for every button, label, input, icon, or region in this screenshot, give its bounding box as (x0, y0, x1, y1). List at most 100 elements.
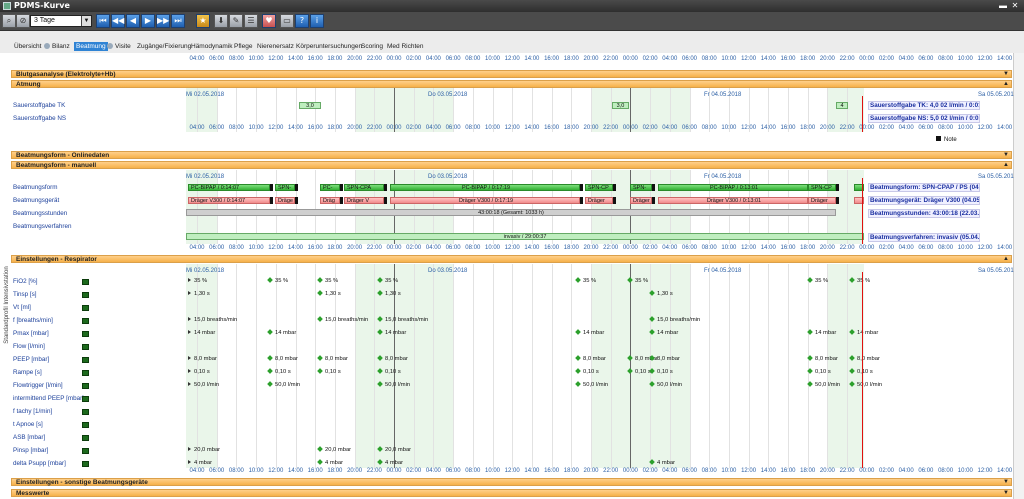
respirator-row-label[interactable]: Pmax [mbar] (13, 330, 49, 337)
respirator-value[interactable]: 50,0 l/min (377, 381, 410, 388)
respirator-value[interactable]: 0,10 s (575, 368, 599, 375)
tab-zugaenge[interactable]: Zugänge/Fixierung (137, 42, 191, 51)
respirator-value[interactable]: 35 % (575, 277, 596, 284)
tab-haemodynamik[interactable]: Hämodynamik (191, 42, 233, 51)
respirator-value[interactable]: 15,0 breaths/min (317, 316, 368, 323)
respirator-value[interactable]: 1,30 s (317, 290, 341, 297)
minimize-icon[interactable]: ▬ (998, 1, 1008, 10)
beatmungsgeraet-bar[interactable]: Dräg (320, 197, 340, 204)
rewind-icon[interactable]: ◀◀ (111, 14, 125, 28)
respirator-value[interactable]: 20,0 mbar (188, 447, 220, 453)
profile-sidebar[interactable]: Standardprofil Intensivstation (2, 232, 10, 382)
respirator-value[interactable]: 14 mbar (575, 329, 604, 336)
o2-bar[interactable]: 3,0 (612, 102, 629, 109)
row-label-sauerstoff-tk[interactable]: Sauerstoffgabe TK (13, 102, 65, 109)
beatmungsform-bar[interactable]: SPN-CPA (344, 184, 384, 191)
graph-icon[interactable] (82, 422, 89, 428)
edit-icon[interactable]: ✎ (229, 14, 243, 28)
stunden-bar[interactable]: 43:00:18 (Gesamt: 1033 h) (186, 209, 836, 216)
tab-scoring[interactable]: Scoring (361, 42, 383, 51)
respirator-value[interactable]: 50,0 l/min (267, 381, 300, 388)
respirator-value[interactable]: 0,10 s (188, 369, 210, 375)
beatmungsgeraet-bar[interactable]: Dräger V300 / 0:17:19 (390, 197, 580, 204)
respirator-value[interactable]: 0,10 s (317, 368, 341, 375)
monitor-icon[interactable]: ▭ (280, 14, 294, 28)
respirator-value[interactable]: 35 % (317, 277, 338, 284)
respirator-row-label[interactable]: delta Psupp [mbar] (13, 460, 66, 467)
verfahren-bar[interactable]: invasiv / 29:00:37 (186, 233, 864, 240)
respirator-value[interactable]: 8,0 mbar (575, 355, 606, 362)
respirator-value[interactable]: 1,30 s (649, 290, 673, 297)
beatmungsform-bar[interactable]: SPN-CP (585, 184, 613, 191)
graph-icon[interactable] (82, 448, 89, 454)
tab-pflege[interactable]: Pflege (234, 42, 252, 51)
o2-bar[interactable]: 3,0 (299, 102, 321, 109)
graph-icon[interactable] (82, 357, 89, 363)
respirator-value[interactable]: 8,0 mbar (267, 355, 298, 362)
respirator-value[interactable]: 14 mbar (649, 329, 678, 336)
graph-icon[interactable] (82, 318, 89, 324)
beatmungsgeraet-bar[interactable]: Dräger V (344, 197, 384, 204)
respirator-value[interactable]: 14 mbar (188, 330, 215, 336)
respirator-value[interactable]: 8,0 mbar (849, 355, 880, 362)
respirator-row-label[interactable]: FiO2 [%] (13, 278, 38, 285)
respirator-value[interactable]: 50,0 l/min (575, 381, 608, 388)
respirator-value[interactable]: 8,0 mbar (807, 355, 838, 362)
section-manuell[interactable]: Beatmungsform - manuell ▲ (11, 161, 1012, 169)
beatmungsform-bar[interactable]: PC-BIPAP / 0:14:07 (188, 184, 270, 191)
respirator-value[interactable]: 8,0 mbar (649, 355, 680, 362)
forward-icon[interactable]: ▶▶ (156, 14, 170, 28)
respirator-row-label[interactable]: Pinsp [mbar] (13, 447, 48, 454)
section-sonstige[interactable]: Einstellungen - sonstige Beatmungsgeräte… (11, 478, 1012, 486)
respirator-value[interactable]: 4 mbar (649, 459, 675, 466)
star-icon[interactable]: ★ (196, 14, 210, 28)
vertical-scrollbar[interactable] (1013, 53, 1024, 499)
row-label-beatmungsverfahren[interactable]: Beatmungsverfahren (13, 223, 71, 230)
o2-bar[interactable]: 4 (836, 102, 848, 109)
graph-icon[interactable] (82, 461, 89, 467)
range-select[interactable]: 3 Tage ▼ (30, 15, 92, 27)
respirator-value[interactable]: 35 % (188, 278, 207, 284)
section-atmung[interactable]: Atmung ▲ (11, 80, 1012, 88)
respirator-value[interactable]: 35 % (377, 277, 398, 284)
respirator-value[interactable]: 8,0 mbar (188, 356, 217, 362)
section-respirator[interactable]: Einstellungen - Respirator ▲ (11, 255, 1012, 263)
graph-icon[interactable] (82, 435, 89, 441)
tab-med-richten[interactable]: Med Richten (387, 42, 424, 51)
close-icon[interactable]: ✕ (1010, 1, 1020, 10)
beatmungsgeraet-bar[interactable]: Dräger (585, 197, 613, 204)
last-icon[interactable]: ⏭ (171, 14, 185, 28)
respirator-value[interactable]: 8,0 mbar (377, 355, 408, 362)
list-icon[interactable]: ☰ (244, 14, 258, 28)
graph-icon[interactable] (82, 409, 89, 415)
respirator-value[interactable]: 0,10 s (807, 368, 831, 375)
respirator-value[interactable]: 35 % (807, 277, 828, 284)
respirator-row-label[interactable]: intermittend PEEP [mbar] (13, 395, 84, 402)
respirator-value[interactable]: 0,10 s (267, 368, 291, 375)
respirator-value[interactable]: 8,0 mbar (317, 355, 348, 362)
respirator-value[interactable]: 0,10 s (627, 368, 651, 375)
graph-icon[interactable] (82, 344, 89, 350)
download-icon[interactable]: ⬇ (214, 14, 228, 28)
respirator-row-label[interactable]: Vt [ml] (13, 304, 31, 311)
graph-icon[interactable] (82, 292, 89, 298)
heart-icon[interactable]: ♥ (262, 14, 276, 28)
play-icon[interactable]: ▶ (141, 14, 155, 28)
graph-icon[interactable] (82, 331, 89, 337)
respirator-value[interactable]: 14 mbar (807, 329, 836, 336)
row-label-beatmungsstunden[interactable]: Beatmungsstunden (13, 210, 67, 217)
respirator-row-label[interactable]: ASB [mbar] (13, 434, 45, 441)
tab-koerperuntersuchungen[interactable]: Körperuntersuchungen (296, 42, 362, 51)
respirator-value[interactable]: 4 mbar (377, 459, 403, 466)
row-label-beatmungsform[interactable]: Beatmungsform (13, 184, 57, 191)
beatmungsform-bar[interactable]: SPN- (275, 184, 295, 191)
tab-beatmung[interactable]: Beatmung (74, 42, 108, 51)
respirator-value[interactable]: 14 mbar (267, 329, 296, 336)
respirator-value[interactable]: 50,0 l/min (849, 381, 882, 388)
respirator-value[interactable]: 20,0 mbar (377, 446, 411, 453)
respirator-row-label[interactable]: t Apnoe [s] (13, 421, 43, 428)
beatmungsgeraet-bar[interactable]: Dräger (630, 197, 652, 204)
beatmungsform-bar[interactable]: SPN- (630, 184, 652, 191)
beatmungsform-bar[interactable]: PC-BIPAP / 0:17:19 (390, 184, 580, 191)
respirator-row-label[interactable]: f [breaths/min] (13, 317, 53, 324)
